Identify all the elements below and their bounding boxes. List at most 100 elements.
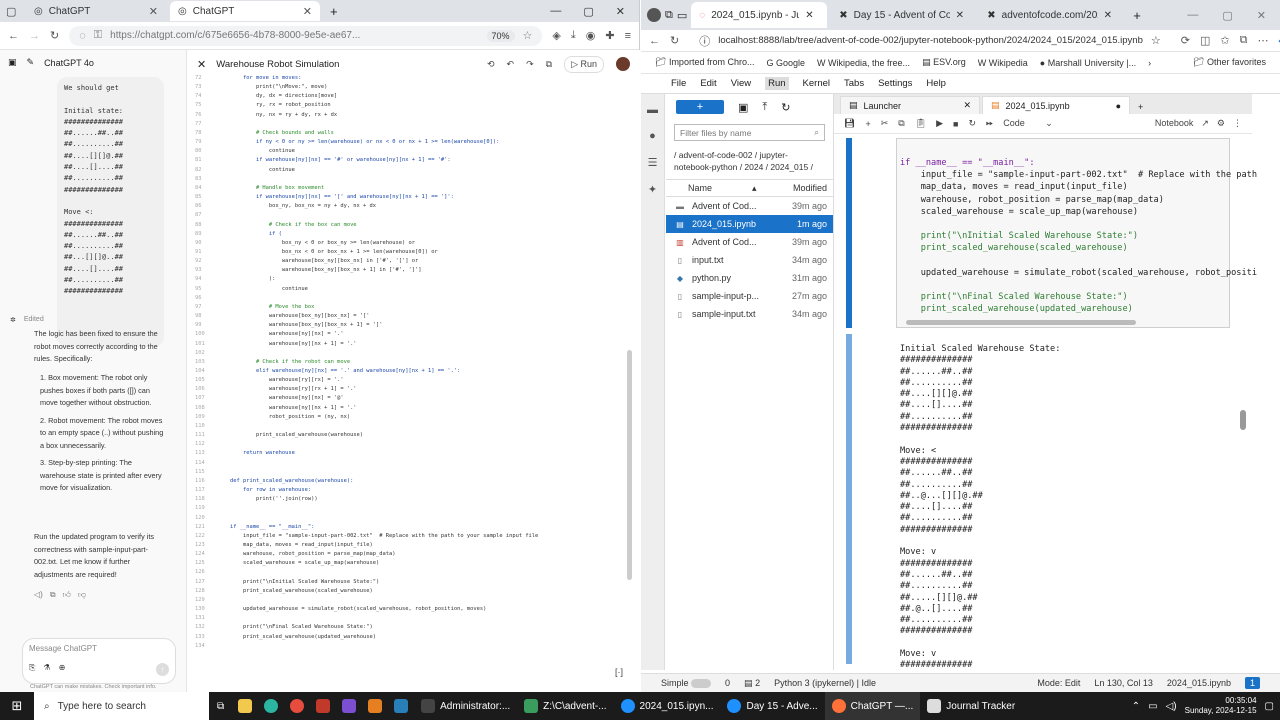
refresh-icon[interactable]: ↻ xyxy=(781,101,790,114)
close-window-icon[interactable]: ✕ xyxy=(1257,9,1266,22)
new-chat-icon[interactable]: ✎ xyxy=(27,57,35,68)
notifications-icon[interactable]: ▢ xyxy=(1265,701,1274,712)
attach-icon[interactable]: ⎘ xyxy=(29,663,35,676)
run-button[interactable]: ▷ Run xyxy=(564,55,604,73)
thumbs-up-icon[interactable]: 👍︎ xyxy=(63,590,71,600)
running-icon[interactable]: ● xyxy=(649,130,656,142)
bookmark-item[interactable]: G Google xyxy=(766,58,805,68)
back-icon[interactable]: ← xyxy=(8,30,19,42)
other-favorites[interactable]: 📁︎ Other favorites xyxy=(1193,57,1266,68)
chrome-icon[interactable] xyxy=(290,699,305,713)
sort-icon[interactable]: ▴ xyxy=(752,183,757,194)
undo-icon[interactable]: ↶ xyxy=(507,59,515,70)
thumbs-down-icon[interactable]: 👎︎ xyxy=(78,590,86,600)
history-icon[interactable]: ⟲ xyxy=(487,59,495,70)
close-icon[interactable]: ✕ xyxy=(963,100,971,111)
file-row[interactable]: ▤ 2024_015.ipynb 1m ago xyxy=(666,215,833,233)
folder-icon[interactable]: ▬ xyxy=(647,104,658,116)
save-icon[interactable]: 💾︎ xyxy=(844,118,855,129)
close-icon[interactable]: ✕ xyxy=(805,10,813,21)
code-cell-source[interactable]: if __name__ == "__main__": input_file = … xyxy=(900,157,1257,316)
close-icon[interactable]: ✕ xyxy=(303,5,312,18)
favorite-star-icon[interactable]: ☆ xyxy=(1151,34,1161,47)
vscode-icon[interactable] xyxy=(342,699,357,713)
close-icon[interactable]: ✕ xyxy=(149,5,158,18)
notebook-scrollbar[interactable] xyxy=(1240,410,1246,430)
favorites-icon[interactable]: ✩ xyxy=(1220,34,1229,47)
toc-icon[interactable]: ☰ xyxy=(648,156,658,169)
url-field[interactable]: ◌ ⚿ https://chatgpt.com/c/675e6656-4b78-… xyxy=(69,25,543,46)
kernel-name[interactable]: Notebook xyxy=(1155,118,1194,129)
menu-run[interactable]: Run xyxy=(765,77,789,90)
cut-icon[interactable]: ✂ xyxy=(881,118,889,129)
taskbar-app-admin[interactable]: Administrator:... xyxy=(414,692,517,720)
menu-view[interactable]: View xyxy=(731,78,751,89)
maximize-icon[interactable]: ▢ xyxy=(1222,9,1232,22)
extension-icon[interactable]: ✦ xyxy=(648,183,657,196)
taskbar-app-firefox[interactable]: ChatGPT —... xyxy=(824,692,921,720)
cell-type-select[interactable]: Code ⌄ xyxy=(1003,118,1063,129)
tab-notebook[interactable]: ▤ 2024_015.ipynb ● xyxy=(982,96,1130,114)
extensions-icon[interactable]: ✚ xyxy=(605,29,614,42)
split-screen-icon[interactable]: ◫ xyxy=(1200,34,1210,47)
collections-icon[interactable]: ⧉ xyxy=(1240,34,1248,47)
code-review-icon[interactable]: [·] xyxy=(615,667,623,677)
reload-icon[interactable]: ↻ xyxy=(50,29,59,42)
taskbar-app-edge-aoc[interactable]: Day 15 - Adve... xyxy=(720,692,824,720)
canvas-code[interactable]: 72 for move in moves: 73 print("\nMove:",… xyxy=(195,74,538,651)
more-icon[interactable]: ⋯ xyxy=(1257,34,1268,47)
bookmark-item[interactable]: 📁︎ Imported from Chro... xyxy=(655,57,754,68)
menu-help[interactable]: Help xyxy=(926,78,946,89)
globe-icon[interactable]: ⊕ xyxy=(59,663,66,676)
column-modified[interactable]: Modified xyxy=(793,183,827,193)
notification-badge[interactable]: 1 xyxy=(1244,677,1260,689)
redo-icon[interactable]: ↷ xyxy=(526,59,534,70)
run-all-icon[interactable]: ⏩︎ xyxy=(986,118,993,129)
menu-kernel[interactable]: Kernel xyxy=(803,78,830,89)
close-canvas-icon[interactable]: ✕ xyxy=(197,58,206,71)
tools-icon[interactable]: ⚗ xyxy=(43,663,50,676)
taskbar-app-edge-jupyter[interactable]: 2024_015.ipyn... xyxy=(614,692,721,720)
bookmark-item[interactable]: W Wikipedia xyxy=(978,58,1028,68)
kernel-status[interactable]: Python 3 (ipykernel) | Idle xyxy=(774,678,876,688)
sidebar-toggle-icon[interactable]: ▢ xyxy=(6,5,22,18)
menu-tabs[interactable]: Tabs xyxy=(844,78,864,89)
breadcrumb[interactable]: / advent-of-code-002 / jupyter-notebook-… xyxy=(666,145,833,177)
simple-mode-toggle[interactable]: Simple xyxy=(661,678,712,689)
download-icon[interactable]: ⤓ xyxy=(571,29,576,42)
network-icon[interactable]: ▭ xyxy=(1148,701,1157,712)
close-icon[interactable]: ✕ xyxy=(956,10,964,21)
menu-icon[interactable]: ≡ xyxy=(625,30,631,42)
file-row[interactable]: ▯ sample-input.txt 34m ago xyxy=(666,305,833,323)
more-icon[interactable]: ⋮ xyxy=(1233,118,1242,129)
bookmark-item[interactable]: W Wikipedia, the free... xyxy=(817,58,910,68)
tray-chevron-icon[interactable]: ⌃ xyxy=(1132,701,1140,712)
message-input[interactable]: Message ChatGPT ⎘ ⚗ ⊕ ↑ xyxy=(22,638,176,684)
sidebar-open-icon[interactable]: ▣ xyxy=(8,57,17,68)
send-icon[interactable]: ↑ xyxy=(156,663,169,676)
url-field[interactable]: ⓘ localhost:8888/lab/tree/advent-of-code… xyxy=(689,30,1171,51)
workspaces-icon[interactable]: ⧉ xyxy=(665,9,673,22)
new-tab-icon[interactable]: + xyxy=(1127,8,1147,23)
new-folder-icon[interactable]: ▣ xyxy=(738,101,748,114)
settings-app-icon[interactable] xyxy=(316,699,331,713)
app-icon[interactable] xyxy=(394,699,409,713)
tab-jupyter[interactable]: ◌2024_015.ipynb - JupyterLab✕ xyxy=(691,2,828,28)
file-row[interactable]: ▯ input.txt 34m ago xyxy=(666,251,833,269)
tab-actions-icon[interactable]: ▭ xyxy=(677,9,687,22)
close-window-icon[interactable]: ✕ xyxy=(616,5,625,18)
copy-icon[interactable]: ⧉ xyxy=(898,118,904,129)
taskbar-app-notepad[interactable]: Z:\C\advent-... xyxy=(517,692,613,720)
run-cell-icon[interactable]: ▶ xyxy=(936,118,943,129)
model-selector[interactable]: ChatGPT 4o xyxy=(44,58,94,68)
reload-icon[interactable]: ↻ xyxy=(670,34,679,47)
new-launcher-button[interactable]: + xyxy=(676,100,724,114)
zoom-level[interactable]: 70% xyxy=(486,29,515,42)
taskbar-app-journal[interactable]: Journal Tracker xyxy=(920,692,1022,720)
back-icon[interactable]: ← xyxy=(649,35,660,47)
column-name[interactable]: Name xyxy=(688,183,712,193)
filter-input[interactable]: Filter files by name ⌕ xyxy=(674,124,825,141)
stop-icon[interactable]: ■ xyxy=(953,119,958,129)
bookmark-star-icon[interactable]: ☆ xyxy=(523,29,533,42)
file-row[interactable]: ▯ sample-input-p... 27m ago xyxy=(666,287,833,305)
